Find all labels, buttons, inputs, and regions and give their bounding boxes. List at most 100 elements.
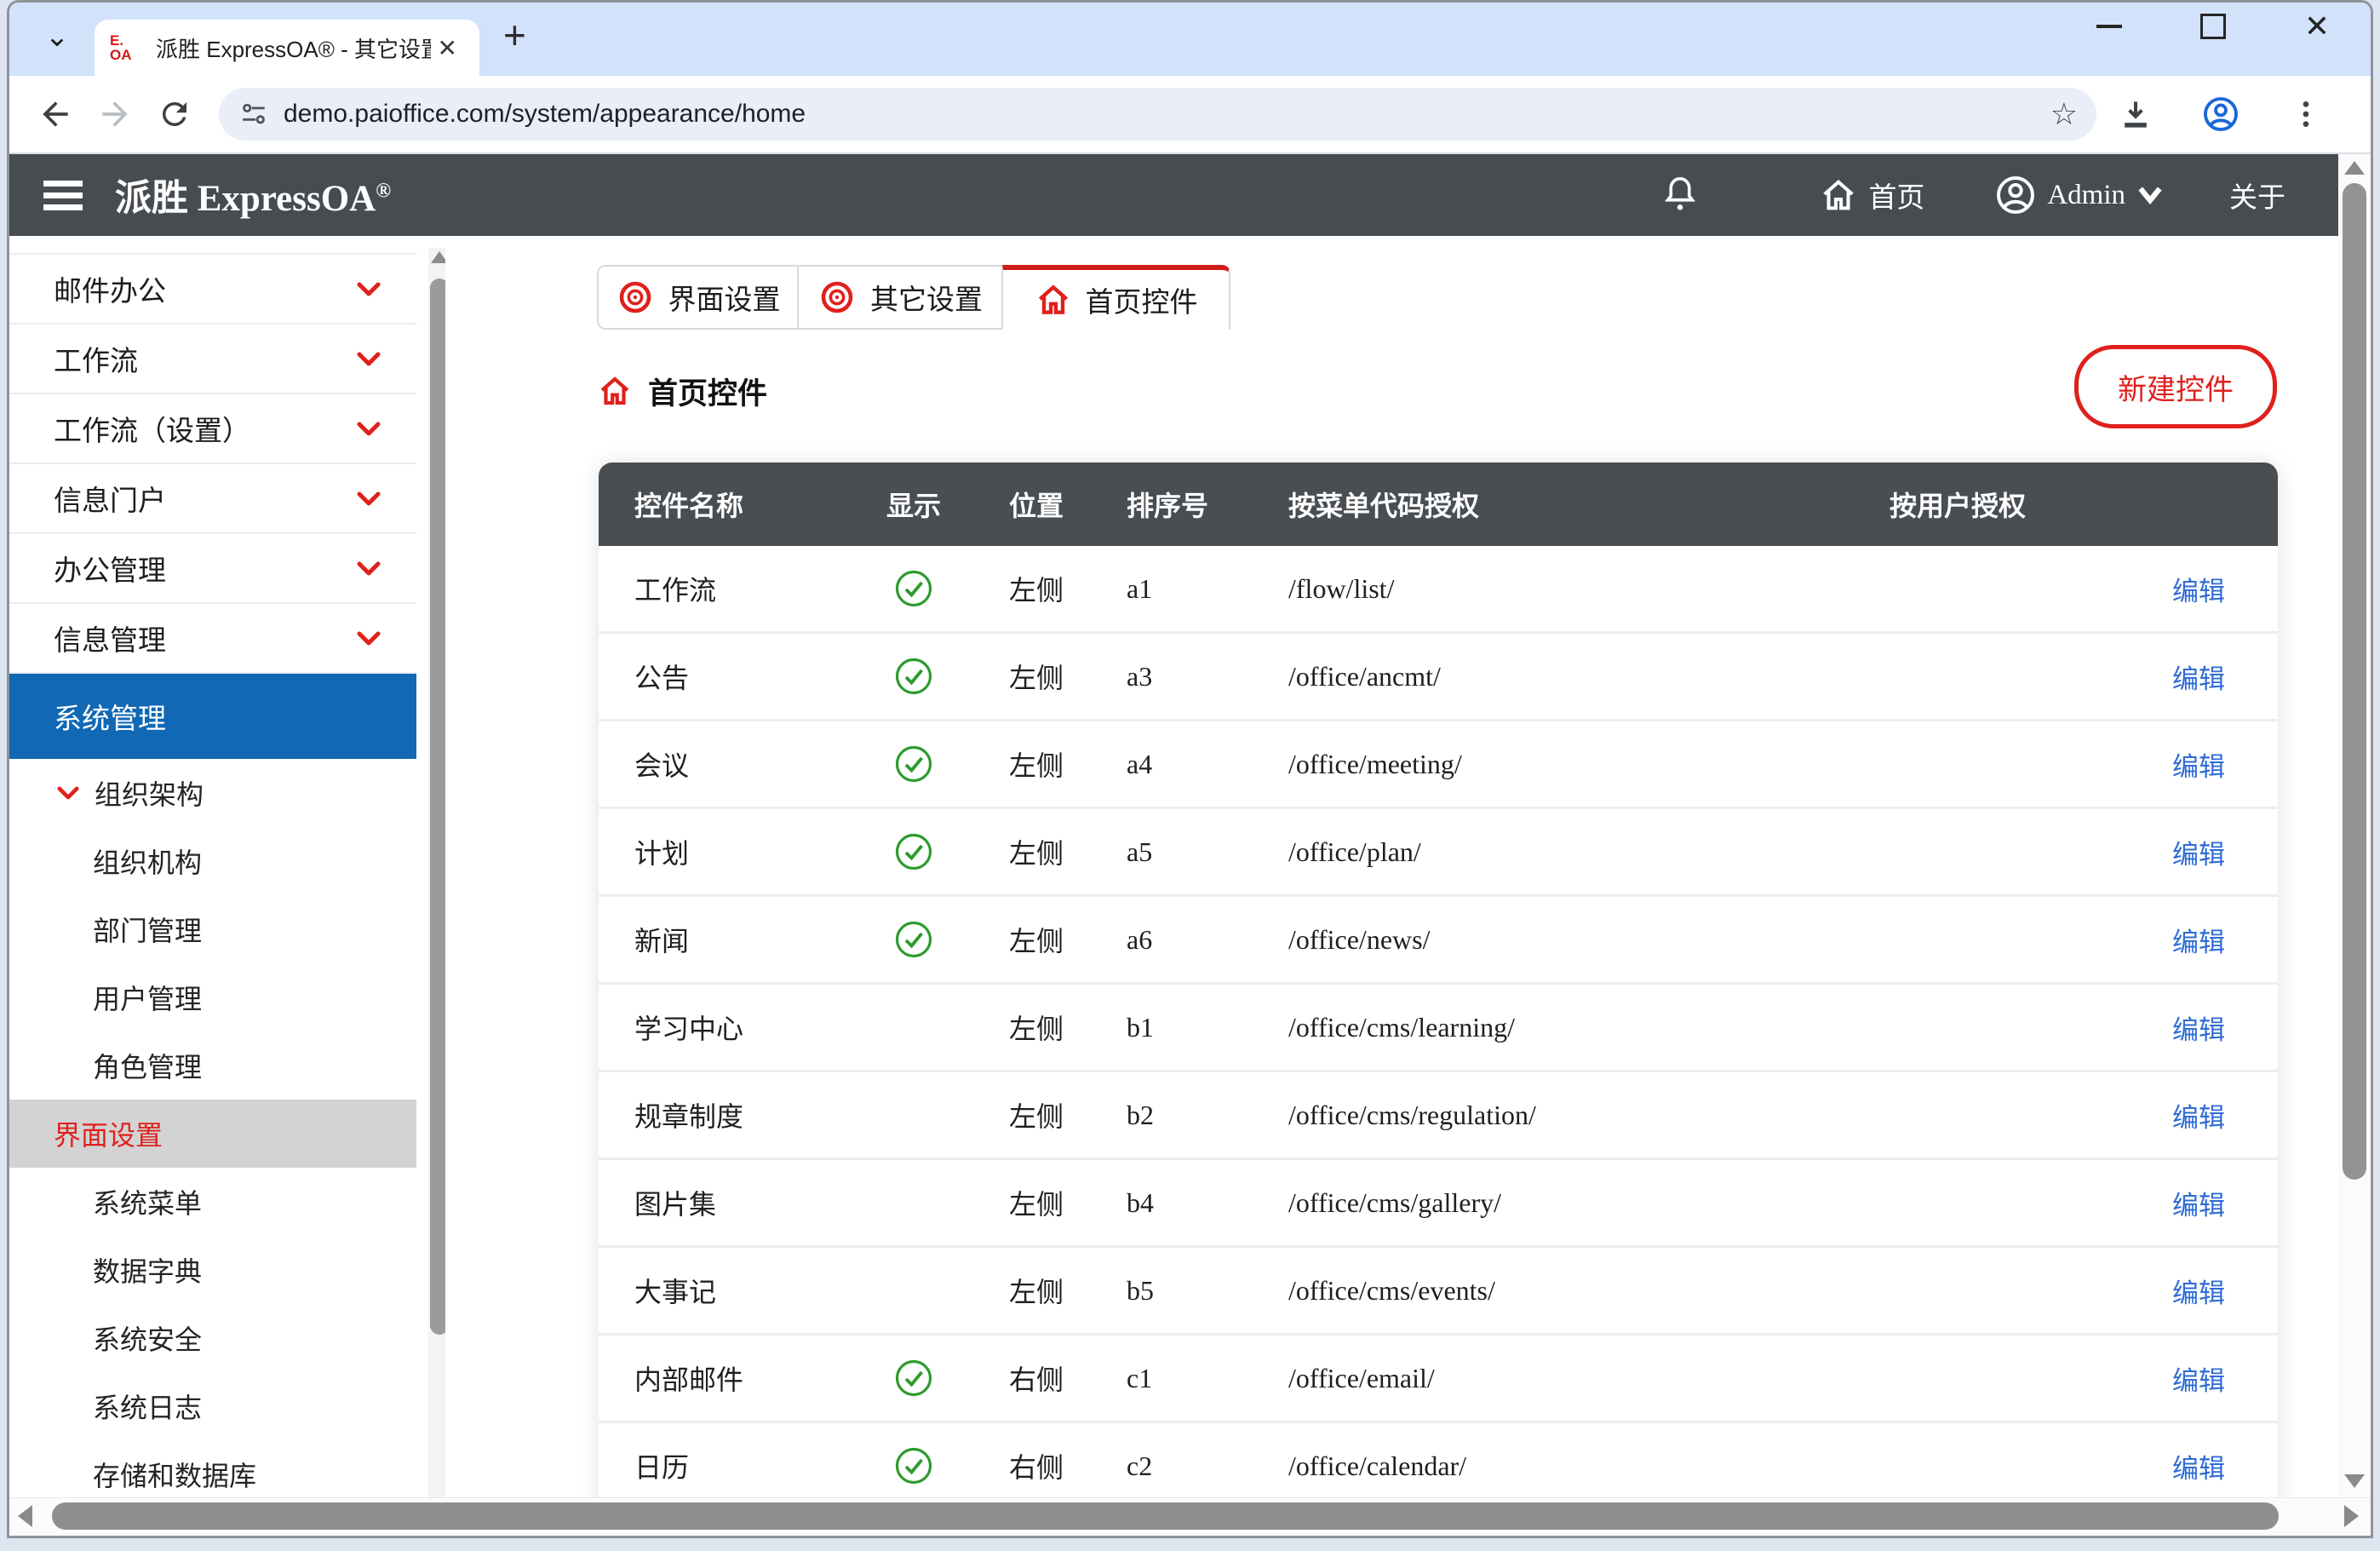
user-menu[interactable]: Admin [1994, 174, 2173, 216]
check-circle-icon [894, 744, 933, 784]
chevron-down-icon [57, 786, 79, 800]
main-panel: 界面设置 其它设置 [445, 236, 2338, 1536]
app-navbar: 派胜 ExpressOA® 首页 [9, 154, 2338, 236]
nav-about[interactable]: 关于 [2229, 175, 2285, 215]
edit-link[interactable]: 编辑 [2172, 1366, 2225, 1396]
edit-link[interactable]: 编辑 [2172, 928, 2225, 957]
menu-hamburger-icon[interactable] [43, 175, 83, 216]
vertical-scroll-thumb[interactable] [2343, 183, 2366, 1180]
settings-tabs: 界面设置 其它设置 [597, 265, 2338, 330]
minimize-icon[interactable] [2096, 25, 2122, 28]
edit-link[interactable]: 编辑 [2172, 752, 2225, 782]
page-horizontal-scrollbar[interactable] [9, 1497, 2371, 1536]
browser-toolbar: demo.paioffice.com/system/appearance/hom… [9, 76, 2371, 154]
sidebar-item-system-logs[interactable]: 系统日志 [9, 1372, 416, 1440]
tab-close-icon[interactable]: ✕ [431, 31, 464, 66]
chevron-down-icon [357, 631, 381, 646]
expressoa-favicon-icon: E.OA [110, 29, 144, 66]
table-row: 内部邮件 右侧 c1 /office/email/ 编辑 [599, 1333, 2278, 1421]
scroll-down-arrow-icon[interactable] [2344, 1474, 2365, 1488]
tab-appearance-settings[interactable]: 界面设置 [597, 265, 798, 330]
table-header-row: 控件名称 显示 位置 排序号 按菜单代码授权 按用户授权 [599, 462, 2278, 546]
table-row: 工作流 左侧 a1 /flow/list/ 编辑 [599, 546, 2278, 631]
browser-window: ⌄ E.OA 派胜 ExpressOA® - 其它设置 ✕ + ✕ [7, 0, 2373, 1538]
scroll-right-arrow-icon[interactable] [2344, 1505, 2359, 1527]
browser-tab-strip: ⌄ E.OA 派胜 ExpressOA® - 其它设置 ✕ + ✕ [9, 3, 2371, 76]
sidebar-item-office-admin[interactable]: 办公管理 [9, 534, 416, 604]
download-icon[interactable] [2112, 90, 2159, 138]
chevron-down-icon [357, 282, 381, 296]
table-row: 公告 左侧 a3 /office/ancmt/ 编辑 [599, 631, 2278, 719]
home-icon [597, 373, 633, 409]
table-row: 新闻 左侧 a6 /office/news/ 编辑 [599, 894, 2278, 982]
reload-icon[interactable] [151, 90, 198, 138]
check-circle-icon [894, 1359, 933, 1398]
target-icon [616, 278, 655, 317]
edit-link[interactable]: 编辑 [2172, 1278, 2225, 1308]
sidebar-item-system-security[interactable]: 系统安全 [9, 1304, 416, 1372]
chevron-down-icon [2137, 185, 2163, 205]
table-row: 图片集 左侧 b4 /office/cms/gallery/ 编辑 [599, 1158, 2278, 1245]
notifications-bell-icon[interactable] [1660, 174, 1710, 216]
page-vertical-scrollbar[interactable] [2338, 154, 2371, 1536]
sidebar-item-workflow-settings[interactable]: 工作流（设置） [9, 394, 416, 464]
toolbar-right [2112, 90, 2342, 138]
check-circle-icon [894, 657, 933, 696]
table-row: 规章制度 左侧 b2 /office/cms/regulation/ 编辑 [599, 1070, 2278, 1158]
edit-link[interactable]: 编辑 [2172, 577, 2225, 606]
browser-tab[interactable]: E.OA 派胜 ExpressOA® - 其它设置 ✕ [95, 20, 479, 76]
sidebar-item-workflow[interactable]: 工作流 [9, 325, 416, 394]
user-icon [1994, 174, 2037, 216]
browser-menu-icon[interactable] [2282, 90, 2330, 138]
address-bar[interactable]: demo.paioffice.com/system/appearance/hom… [219, 88, 2096, 141]
sidebar-item-system-menu[interactable]: 系统菜单 [9, 1168, 416, 1236]
edit-link[interactable]: 编辑 [2172, 1015, 2225, 1045]
site-settings-icon[interactable] [239, 100, 268, 129]
sidebar-item-users[interactable]: 用户管理 [9, 963, 416, 1031]
target-icon [817, 278, 857, 317]
web-viewport: 派胜 ExpressOA® 首页 [9, 154, 2371, 1536]
edit-link[interactable]: 编辑 [2172, 840, 2225, 870]
sidebar-item-roles[interactable]: 角色管理 [9, 1031, 416, 1100]
sidebar-group-org-structure[interactable]: 组织架构 [9, 759, 416, 827]
sidebar-item-org-units[interactable]: 组织机构 [9, 827, 416, 895]
table-row: 日历 右侧 c2 /office/calendar/ 编辑 [599, 1421, 2278, 1508]
tab-other-settings[interactable]: 其它设置 [798, 265, 1002, 330]
sidebar-item-departments[interactable]: 部门管理 [9, 895, 416, 963]
check-circle-icon [894, 832, 933, 871]
maximize-icon[interactable] [2200, 14, 2226, 39]
edit-link[interactable]: 编辑 [2172, 1103, 2225, 1133]
new-widget-button[interactable]: 新建控件 [2074, 345, 2277, 428]
edit-link[interactable]: 编辑 [2172, 1454, 2225, 1484]
window-controls: ✕ [2096, 11, 2330, 42]
widgets-table: 控件名称 显示 位置 排序号 按菜单代码授权 按用户授权 工作流 [599, 462, 2278, 1536]
bookmark-star-icon[interactable]: ☆ [2050, 96, 2078, 132]
sidebar-item-info-admin[interactable]: 信息管理 [9, 604, 416, 674]
sidebar-item-data-dictionary[interactable]: 数据字典 [9, 1236, 416, 1304]
sidebar-item-appearance[interactable]: 界面设置 [9, 1100, 416, 1168]
edit-link[interactable]: 编辑 [2172, 1191, 2225, 1221]
edit-link[interactable]: 编辑 [2172, 664, 2225, 694]
table-row: 计划 左侧 a5 /office/plan/ 编辑 [599, 807, 2278, 894]
brand-logo: 派胜 ExpressOA® [115, 169, 391, 221]
table-row: 学习中心 左侧 b1 /office/cms/learning/ 编辑 [599, 982, 2278, 1070]
horizontal-scroll-thumb[interactable] [52, 1502, 2279, 1530]
nav-home[interactable]: 首页 [1819, 175, 1924, 215]
sidebar-item-mail[interactable]: 邮件办公 [9, 255, 416, 325]
forward-icon[interactable] [91, 90, 139, 138]
profile-icon[interactable] [2197, 90, 2245, 138]
url-text[interactable]: demo.paioffice.com/system/appearance/hom… [284, 100, 2050, 129]
window-close-icon[interactable]: ✕ [2304, 11, 2330, 42]
new-tab-button[interactable]: + [503, 12, 526, 58]
table-row: 会议 左侧 a4 /office/meeting/ 编辑 [599, 719, 2278, 807]
back-icon[interactable] [32, 90, 79, 138]
scroll-up-arrow-icon[interactable] [2344, 161, 2365, 175]
tab-search-icon[interactable]: ⌄ [32, 11, 83, 62]
check-circle-icon [894, 569, 933, 608]
sidebar-item-portal[interactable]: 信息门户 [9, 464, 416, 534]
tab-home-widgets[interactable]: 首页控件 [1002, 265, 1230, 330]
scroll-left-arrow-icon[interactable] [18, 1505, 32, 1527]
check-circle-icon [894, 1446, 933, 1485]
sidebar-item-system-admin[interactable]: 系统管理 [9, 674, 416, 759]
tab-title: 派胜 ExpressOA® - 其它设置 [156, 32, 431, 64]
